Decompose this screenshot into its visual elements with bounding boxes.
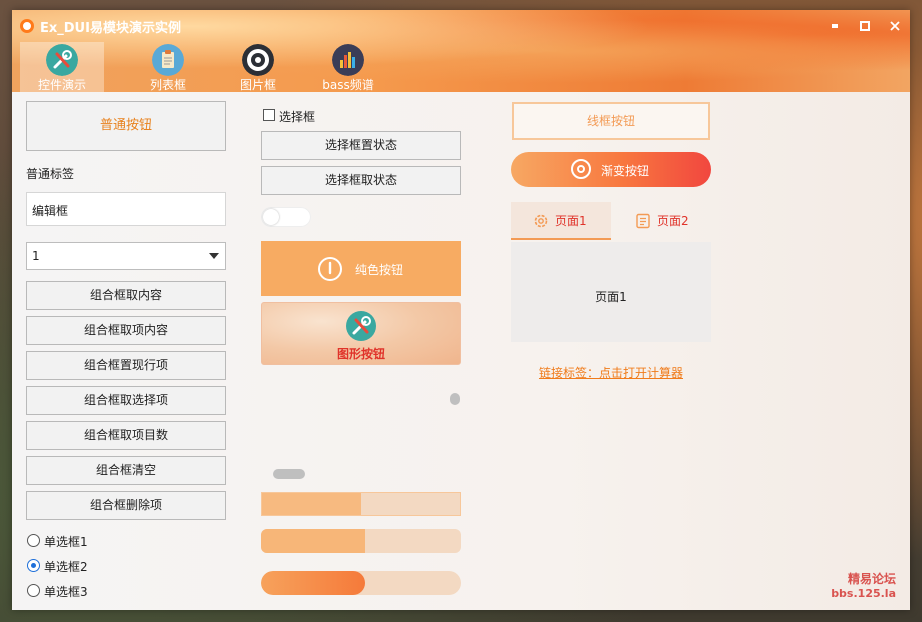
progress-fill [261, 529, 365, 553]
radio-label: 单选框3 [44, 585, 88, 599]
image-button-label: 图形按钮 [336, 347, 385, 361]
minimize-icon [832, 24, 838, 28]
gear-icon [534, 214, 548, 228]
combo-get-count-button[interactable]: 组合框取项目数 [26, 421, 226, 450]
toggle-knob [263, 209, 279, 225]
progress-fill [262, 493, 361, 515]
tab-label: 图片框 [239, 78, 276, 92]
combo-get-item-content-button[interactable]: 组合框取项内容 [26, 316, 226, 345]
tab-label: bass频谱 [322, 78, 374, 92]
gradient-button-label: 渐变按钮 [601, 164, 650, 178]
minimize-button[interactable] [824, 16, 846, 36]
edit-box-text: 编辑框 [32, 204, 69, 218]
tab-label: 控件演示 [37, 78, 86, 92]
watermark-line-2: bbs.125.la [831, 587, 896, 600]
combo-set-current-button[interactable]: 组合框置现行项 [26, 351, 226, 380]
combo-box[interactable]: 1 [26, 242, 226, 270]
image-button[interactable]: 图形按钮 [261, 302, 461, 365]
radio-label: 单选框2 [44, 560, 88, 574]
outline-button[interactable]: 线框按钮 [512, 102, 710, 140]
progress-bar-1 [261, 492, 461, 516]
edit-box[interactable]: 编辑框 [26, 192, 226, 226]
scroll-thumb-horizontal[interactable] [273, 469, 305, 479]
checkbox-label: 选择框 [279, 110, 316, 124]
progress-bar-2 [261, 529, 461, 553]
combo-get-selected-button[interactable]: 组合框取选择项 [26, 386, 226, 415]
combo-get-content-button[interactable]: 组合框取内容 [26, 281, 226, 310]
window-header: Ex_DUI易模块演示实例 控件演示 列表框 图片框 bass频谱 [12, 10, 910, 92]
tools-icon [346, 311, 376, 341]
disc-icon [571, 159, 591, 179]
tab-label: 页面2 [657, 214, 689, 228]
camera-aperture-icon [242, 44, 274, 76]
tab-bass-spectrum[interactable]: bass频谱 [306, 42, 390, 92]
checkbox-box [263, 109, 275, 121]
tab-control: 页面1 页面2 页面1 [511, 202, 711, 342]
document-icon [636, 213, 650, 229]
tab-label: 页面1 [555, 214, 587, 228]
progress-bar-3 [261, 571, 461, 595]
tab-controls-demo[interactable]: 控件演示 [20, 42, 104, 92]
radio-label: 单选框1 [44, 535, 88, 549]
content-area: 普通按钮 普通标签 编辑框 1 组合框取内容 组合框取项内容 组合框置现行项 组… [12, 92, 910, 610]
tools-icon [46, 44, 78, 76]
close-icon [890, 21, 900, 31]
app-logo-icon [20, 19, 34, 33]
calculator-link[interactable]: 链接标签：点击打开计算器 [511, 364, 711, 381]
chevron-down-icon [209, 253, 219, 259]
clipboard-icon [152, 44, 184, 76]
tab-label: 列表框 [149, 78, 186, 92]
radio-dot [27, 584, 40, 597]
title-bar[interactable]: Ex_DUI易模块演示实例 [12, 10, 910, 42]
info-circle-icon [318, 257, 342, 281]
combo-clear-button[interactable]: 组合框清空 [26, 456, 226, 485]
tab-page-1[interactable]: 页面1 [511, 202, 611, 240]
tab-page-content: 页面1 [511, 242, 711, 342]
checkbox-get-state-button[interactable]: 选择框取状态 [261, 166, 461, 195]
solid-button[interactable]: 纯色按钮 [261, 241, 461, 296]
progress-fill [261, 571, 365, 595]
tab-picture-box[interactable]: 图片框 [216, 42, 300, 92]
scroll-thumb-vertical[interactable] [450, 393, 460, 405]
combo-delete-item-button[interactable]: 组合框删除项 [26, 491, 226, 520]
solid-button-label: 纯色按钮 [355, 263, 404, 277]
combo-box-value: 1 [32, 249, 40, 263]
radio-dot [27, 534, 40, 547]
normal-label: 普通标签 [26, 167, 75, 181]
app-window: Ex_DUI易模块演示实例 控件演示 列表框 图片框 bass频谱 普通按钮 普… [12, 10, 910, 610]
normal-button[interactable]: 普通按钮 [26, 101, 226, 151]
maximize-icon [860, 21, 870, 31]
window-title: Ex_DUI易模块演示实例 [40, 21, 181, 36]
checkbox-set-state-button[interactable]: 选择框置状态 [261, 131, 461, 160]
watermark-line-1: 精易论坛 [847, 572, 896, 586]
tab-page-2[interactable]: 页面2 [611, 202, 711, 240]
radio-dot [27, 559, 40, 572]
toggle-switch[interactable] [261, 207, 311, 227]
nav-tabs: 控件演示 列表框 图片框 bass频谱 [20, 42, 720, 92]
close-button[interactable] [884, 16, 906, 36]
maximize-button[interactable] [854, 16, 876, 36]
tab-list-box[interactable]: 列表框 [126, 42, 210, 92]
watermark: 精易论坛 bbs.125.la [831, 570, 896, 600]
equalizer-icon [332, 44, 364, 76]
gradient-button[interactable]: 渐变按钮 [511, 152, 711, 187]
